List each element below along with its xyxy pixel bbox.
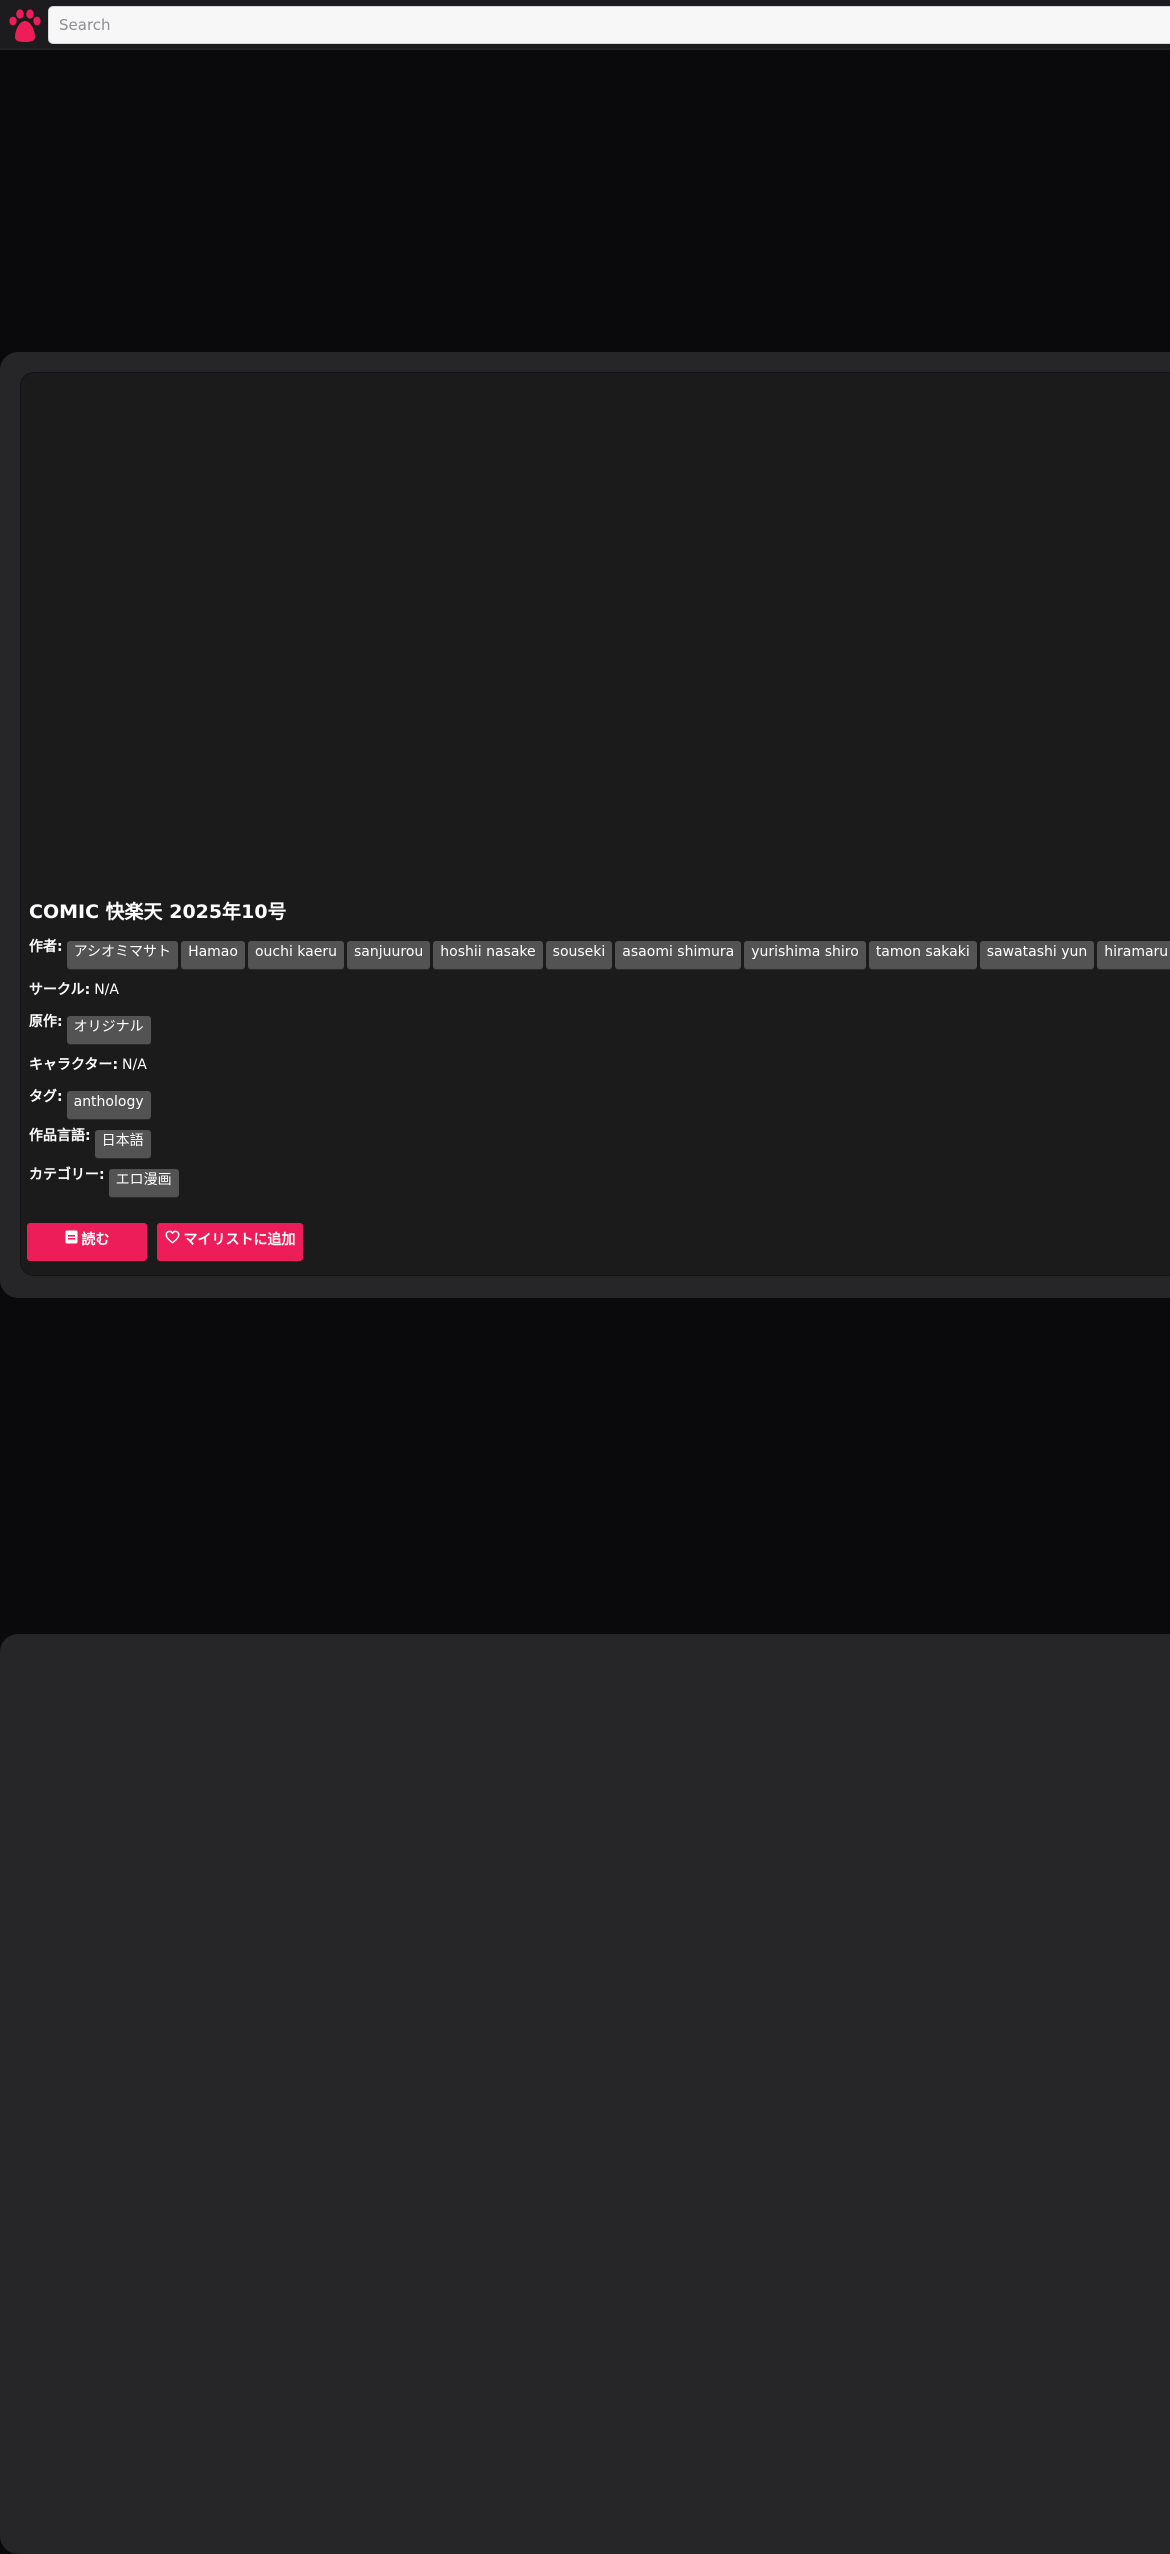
author-tag[interactable]: Hamao bbox=[181, 941, 245, 969]
heart-icon bbox=[165, 1230, 179, 1244]
category-tag[interactable]: エロ漫画 bbox=[108, 1169, 179, 1197]
gallery-title: COMIC 快楽天 2025年10号 bbox=[29, 901, 287, 923]
language-label: 作品言語: bbox=[29, 1128, 91, 1144]
author-tag[interactable]: hiramaru bbox=[1097, 941, 1170, 969]
language-row: 作品言語: 日本語 bbox=[29, 1127, 154, 1158]
content-tag[interactable]: anthology bbox=[66, 1091, 151, 1119]
author-tag[interactable]: ouchi kaeru bbox=[247, 941, 344, 969]
characters-label: キャラクター: bbox=[29, 1057, 119, 1073]
language-tag[interactable]: 日本語 bbox=[94, 1130, 151, 1158]
characters-value: N/A bbox=[122, 1057, 147, 1073]
category-tag-list: エロ漫画 bbox=[108, 1169, 182, 1197]
add-to-mylist-button[interactable]: マイリストに追加 bbox=[157, 1223, 303, 1261]
related-content-panel bbox=[0, 1634, 1170, 2554]
cover-image-area[interactable] bbox=[21, 373, 1170, 883]
circle-label: サークル: bbox=[29, 982, 91, 998]
author-tag[interactable]: asaomi shimura bbox=[615, 941, 742, 969]
read-button-label: 読む bbox=[81, 1232, 110, 1248]
book-icon bbox=[65, 1230, 77, 1244]
read-button[interactable]: 読む bbox=[27, 1223, 147, 1261]
authors-row: 作者: アシオミマサト Hamao ouchi kaeru sanjuurou … bbox=[29, 938, 1170, 969]
author-tag[interactable]: sawatashi yun bbox=[979, 941, 1095, 969]
parody-tag[interactable]: オリジナル bbox=[66, 1016, 151, 1044]
tags-row: タグ: anthology bbox=[29, 1088, 154, 1119]
gallery-card: COMIC 快楽天 2025年10号 作者: アシオミマサト Hamao ouc… bbox=[0, 352, 1170, 1298]
characters-row: キャラクター: N/A bbox=[29, 1056, 147, 1074]
parody-label: 原作: bbox=[29, 1014, 63, 1030]
author-tag[interactable]: souseki bbox=[545, 941, 613, 969]
author-tag[interactable]: yurishima shiro bbox=[744, 941, 866, 969]
add-to-mylist-label: マイリストに追加 bbox=[183, 1232, 296, 1248]
search-input[interactable] bbox=[48, 6, 1170, 44]
parody-row: 原作: オリジナル bbox=[29, 1013, 154, 1044]
author-tag[interactable]: sanjuurou bbox=[346, 941, 431, 969]
top-bar bbox=[0, 0, 1170, 50]
category-label: カテゴリー: bbox=[29, 1167, 105, 1183]
parody-tag-list: オリジナル bbox=[66, 1016, 154, 1044]
authors-label: 作者: bbox=[29, 939, 63, 955]
language-tag-list: 日本語 bbox=[94, 1130, 154, 1158]
circle-value: N/A bbox=[94, 982, 119, 998]
authors-tag-list: アシオミマサト Hamao ouchi kaeru sanjuurou hosh… bbox=[66, 941, 1170, 969]
category-row: カテゴリー: エロ漫画 bbox=[29, 1166, 182, 1197]
author-tag[interactable]: hoshii nasake bbox=[433, 941, 543, 969]
author-tag[interactable]: アシオミマサト bbox=[66, 941, 179, 969]
gallery-info-panel: COMIC 快楽天 2025年10号 作者: アシオミマサト Hamao ouc… bbox=[20, 372, 1170, 1276]
paw-icon[interactable] bbox=[6, 6, 44, 44]
tag-list: anthology bbox=[66, 1091, 154, 1119]
circle-row: サークル: N/A bbox=[29, 981, 119, 999]
author-tag[interactable]: tamon sakaki bbox=[868, 941, 977, 969]
tags-label: タグ: bbox=[29, 1089, 63, 1105]
